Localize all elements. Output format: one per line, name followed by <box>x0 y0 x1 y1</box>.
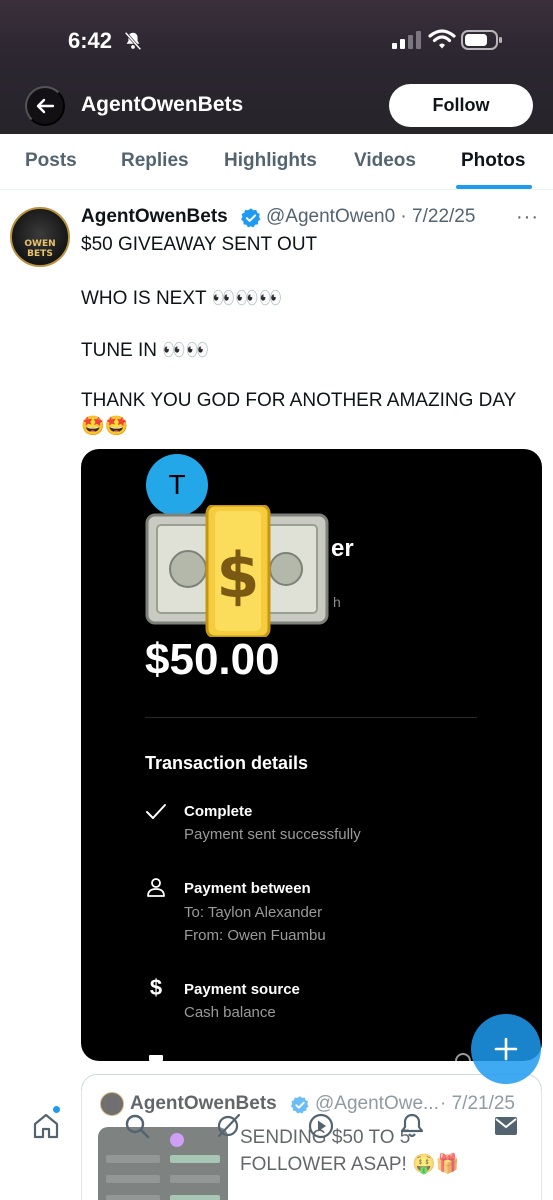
status-time: 6:42 <box>68 28 113 53</box>
signal-icon <box>392 31 421 49</box>
tx-source-title: Payment source <box>184 981 300 998</box>
bottom-navigation <box>0 1090 553 1200</box>
tab-photos[interactable]: Photos <box>461 150 525 172</box>
tx-from-line: From: Owen Fuambu <box>184 927 326 944</box>
tx-to-line: To: Taylon Alexander <box>184 904 323 921</box>
person-icon <box>147 878 165 897</box>
post-text-line: TUNE IN 👀👀 <box>81 340 210 361</box>
author-name[interactable]: AgentOwenBets <box>81 206 228 228</box>
author-avatar[interactable]: OWEN BETS <box>10 207 70 267</box>
money-bill-emoji-icon: $ <box>145 505 329 637</box>
recipient-handle-partial: h <box>333 594 341 610</box>
tab-videos[interactable]: Videos <box>354 150 416 172</box>
next-item-icon-partial <box>455 1053 471 1061</box>
back-button[interactable] <box>25 86 65 126</box>
home-icon[interactable] <box>32 1112 60 1140</box>
dollar-icon: $ <box>149 975 163 1000</box>
post-text-line: THANK YOU GOD FOR ANOTHER AMAZING DAY <box>81 390 517 411</box>
tx-source-detail: Cash balance <box>184 1004 276 1021</box>
bell-muted-icon <box>124 31 142 51</box>
battery-icon <box>461 30 502 50</box>
more-options-icon[interactable]: ··· <box>516 206 539 229</box>
tx-parties-title: Payment between <box>184 880 311 897</box>
notifications-bell-icon[interactable] <box>398 1112 426 1140</box>
svg-text:$: $ <box>216 539 259 612</box>
arrow-left-icon <box>36 98 55 114</box>
tab-posts[interactable]: Posts <box>25 150 77 172</box>
author-handle-date: @AgentOwen0 · 7/22/25 <box>266 206 476 227</box>
plus-icon <box>494 1037 518 1061</box>
avatar-logo-text: OWEN BETS <box>24 239 56 259</box>
tab-highlights[interactable]: Highlights <box>224 150 317 172</box>
grok-icon[interactable] <box>214 1112 242 1140</box>
header-title: AgentOwenBets <box>81 93 244 116</box>
tx-status-detail: Payment sent successfully <box>184 826 361 843</box>
active-tab-indicator <box>456 185 532 189</box>
checkmark-icon <box>146 804 166 819</box>
next-item-icon-partial <box>149 1055 163 1061</box>
tx-status-title: Complete <box>184 803 253 820</box>
profile-tabs: Posts Replies Highlights Videos Photos <box>0 134 553 190</box>
wifi-icon <box>428 29 456 49</box>
post-text-line: 🤩🤩 <box>81 416 129 437</box>
search-icon[interactable] <box>123 1112 151 1140</box>
post-image[interactable]: T er h $ $50.00 Transaction details Comp… <box>81 449 542 1061</box>
home-notification-dot <box>53 1106 60 1113</box>
divider <box>145 717 477 718</box>
post-text-line: $50 GIVEAWAY SENT OUT <box>81 234 318 255</box>
transaction-details-heading: Transaction details <box>145 753 309 773</box>
payment-amount: $50.00 <box>145 635 280 684</box>
post-text-line: WHO IS NEXT 👀👀👀 <box>81 288 283 309</box>
follow-button[interactable]: Follow <box>389 84 533 127</box>
compose-button[interactable] <box>471 1014 541 1084</box>
verified-badge-icon <box>241 208 261 228</box>
tab-replies[interactable]: Replies <box>121 150 189 172</box>
media-play-icon[interactable] <box>307 1112 335 1140</box>
recipient-name-partial: er <box>331 535 354 562</box>
messages-envelope-icon[interactable] <box>492 1112 520 1140</box>
